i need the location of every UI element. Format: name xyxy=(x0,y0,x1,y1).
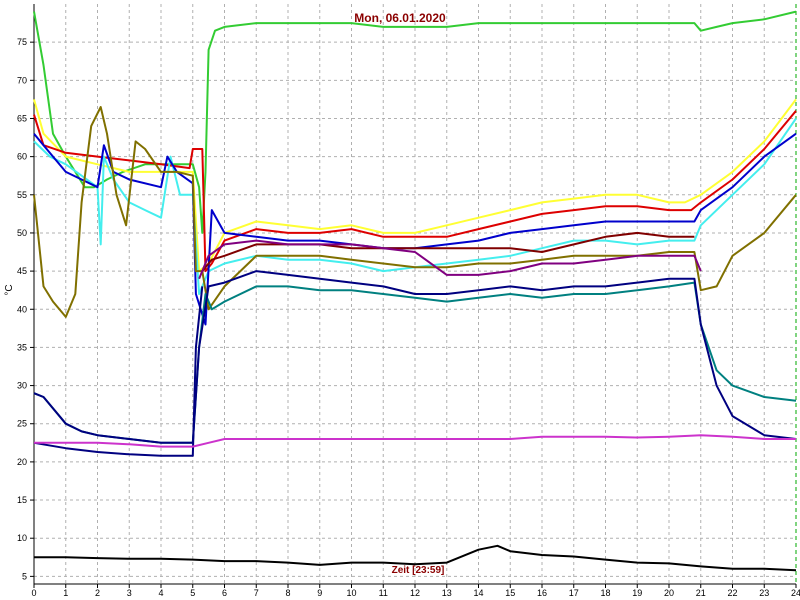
y-axis-label: °C xyxy=(4,284,15,295)
x-tick-label: 23 xyxy=(759,588,769,598)
y-tick-label: 15 xyxy=(17,495,27,505)
x-tick-label: 19 xyxy=(632,588,642,598)
y-tick-label: 70 xyxy=(17,75,27,85)
x-tick-label: 20 xyxy=(664,588,674,598)
y-tick-label: 20 xyxy=(17,457,27,467)
chart: 0 1 2 3 4 5 6 7 8 9 10 11 12 13 14 15 16 17 18 19 20 21 22 23 24… xyxy=(0,0,800,600)
x-tick-label: 24 xyxy=(791,588,800,598)
y-tick-label: 60 xyxy=(17,152,27,162)
x-tick-label: 8 xyxy=(285,588,290,598)
x-tick-label: 3 xyxy=(127,588,132,598)
chart-title: Mon, 06.01.2020 xyxy=(354,11,446,25)
x-tick-label: 15 xyxy=(505,588,515,598)
x-tick-label: 7 xyxy=(254,588,259,598)
x-tick-label: 22 xyxy=(727,588,737,598)
y-tick-label: 55 xyxy=(17,190,27,200)
x-tick-label: 17 xyxy=(569,588,579,598)
x-tick-label: 16 xyxy=(537,588,547,598)
y-tick-label: 35 xyxy=(17,342,27,352)
x-tick-label: 21 xyxy=(696,588,706,598)
y-tick-label: 75 xyxy=(17,37,27,47)
y-tick-label: 30 xyxy=(17,381,27,391)
y-tick-label: 10 xyxy=(17,533,27,543)
y-tick-label: 65 xyxy=(17,113,27,123)
x-tick-label: 10 xyxy=(346,588,356,598)
y-tick-label: 5 xyxy=(22,571,27,581)
x-tick-label: 18 xyxy=(600,588,610,598)
x-axis-annotation: Zeit [23:59] xyxy=(392,565,445,576)
y-tick-label: 50 xyxy=(17,228,27,238)
x-tick-label: 12 xyxy=(410,588,420,598)
x-tick-label: 5 xyxy=(190,588,195,598)
x-tick-label: 9 xyxy=(317,588,322,598)
plot-background xyxy=(0,0,800,600)
x-tick-label: 13 xyxy=(442,588,452,598)
x-tick-label: 0 xyxy=(31,588,36,598)
chart-svg: 0 1 2 3 4 5 6 7 8 9 10 11 12 13 14 15 16 17 18 19 20 21 22 23 24… xyxy=(0,0,800,600)
x-tick-label: 11 xyxy=(379,588,388,598)
x-tick-label: 6 xyxy=(222,588,227,598)
y-tick-label: 40 xyxy=(17,304,27,314)
y-tick-label: 25 xyxy=(17,419,27,429)
x-tick-label: 1 xyxy=(63,588,68,598)
x-tick-label: 2 xyxy=(95,588,100,598)
x-tick-label: 14 xyxy=(473,588,483,598)
y-tick-label: 45 xyxy=(17,266,27,276)
x-tick-label: 4 xyxy=(158,588,163,598)
